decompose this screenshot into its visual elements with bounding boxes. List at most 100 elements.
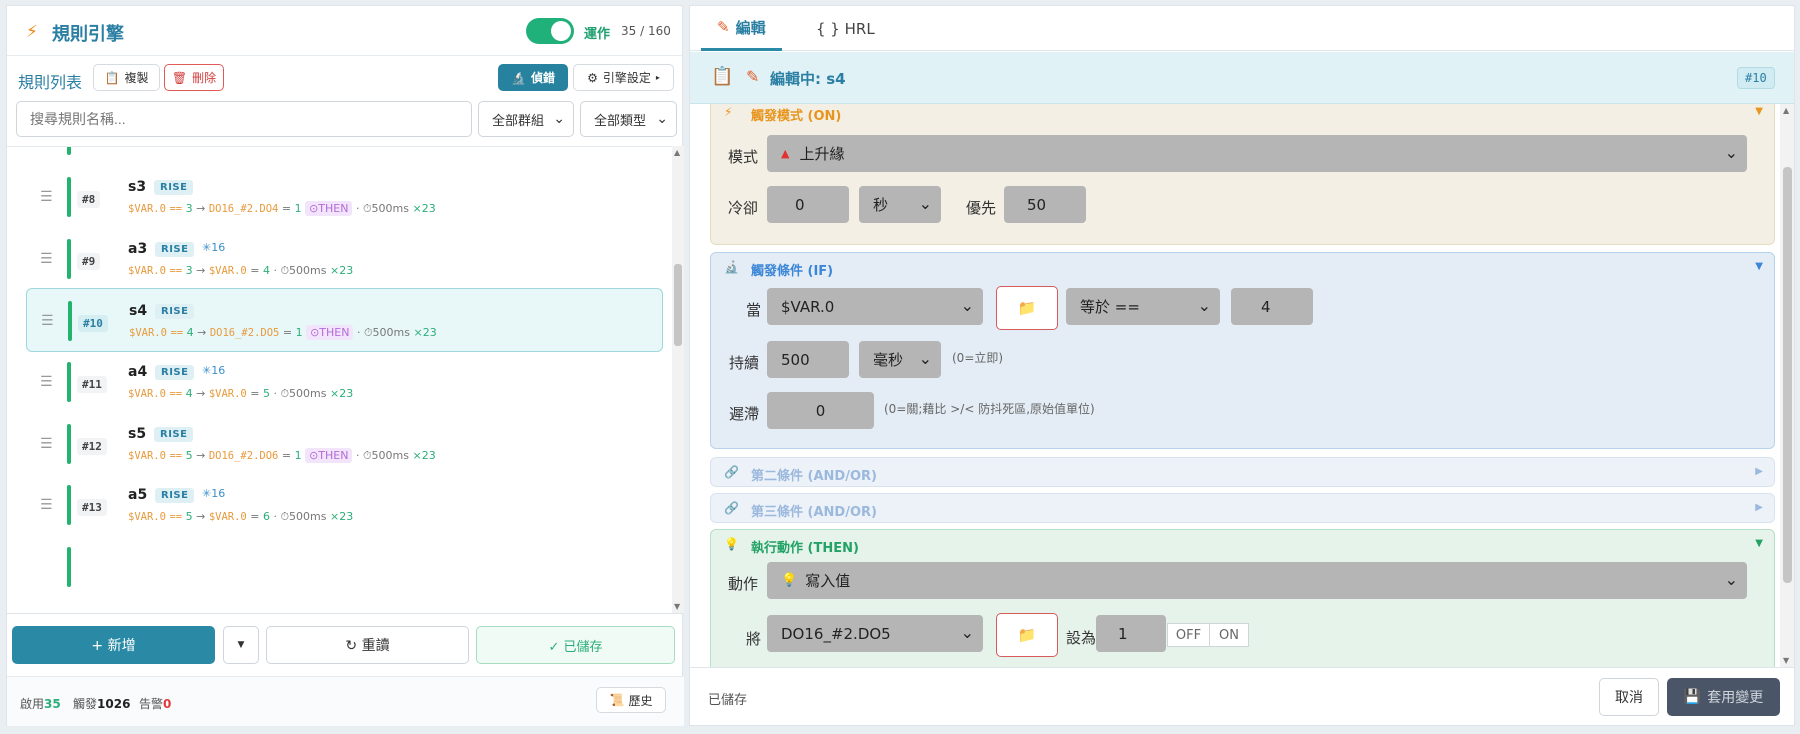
mode-select[interactable]: ▲ 上升緣 ⌄ xyxy=(767,135,1747,172)
chevron-down-icon: ⌄ xyxy=(1724,570,1738,589)
hysteresis-input[interactable]: 0 xyxy=(767,392,874,429)
microscope-icon: 🔬 xyxy=(511,70,526,85)
rule-summary: $VAR.0 == 5 → DO16_#2.DO6 = 1 ⊙THEN · ⏱5… xyxy=(128,448,436,463)
condition-header[interactable]: 🔬 觸發條件 (IF) ▼ xyxy=(711,253,1774,283)
target-select[interactable]: DO16_#2.DO5 ⌄ xyxy=(767,615,983,652)
rule-list-scrollbar[interactable]: ▲ ▼ xyxy=(672,146,684,613)
action-header[interactable]: 💡 執行動作 (THEN) ▼ xyxy=(711,530,1774,560)
list-item[interactable]: ☰ #9 a3 RISE ✳16 $VAR.0 == 3 → $VAR.0 = 4 · ⏱… xyxy=(26,227,663,291)
scroll-down-icon[interactable]: ▼ xyxy=(674,602,680,611)
add-dropdown-button[interactable]: ▼ xyxy=(223,626,259,664)
drag-handle-icon[interactable]: ☰ xyxy=(40,374,53,390)
list-item[interactable]: ☰ #13 a5 RISE ✳16 $VAR.0 == 5 → $VAR.0 = 6 · … xyxy=(26,473,663,537)
tab-edit[interactable]: ✎ 編輯 xyxy=(701,6,782,51)
engine-settings-button[interactable]: ⚙ 引擎設定 ▸ xyxy=(573,64,674,91)
rule-fire-count: ×23 xyxy=(330,264,354,277)
browse-target-button[interactable]: 📁 xyxy=(996,613,1058,657)
list-item[interactable]: ☰ #11 a4 RISE ✳16 $VAR.0 == 4 → $VAR.0 = 5 · … xyxy=(26,350,663,414)
enabled-bar xyxy=(67,362,71,402)
cooldown-input[interactable]: 0 xyxy=(767,186,849,223)
list-item[interactable] xyxy=(26,535,663,599)
off-button[interactable]: OFF xyxy=(1167,623,1210,647)
hold-input[interactable]: 500 xyxy=(767,341,849,378)
drag-handle-icon[interactable]: ☰ xyxy=(40,251,53,267)
rule-source: $VAR.0 xyxy=(128,203,166,215)
chevron-down-icon: ⌄ xyxy=(656,111,668,127)
rule-delay: ⏱500ms xyxy=(280,387,327,400)
list-item[interactable]: ☰ #8 s3 RISE $VAR.0 == 3 → DO16_#2.DO4 = 1 ⊙… xyxy=(26,165,663,229)
operator-select[interactable]: 等於 == ⌄ xyxy=(1066,288,1220,325)
rule-fire-count: ×23 xyxy=(330,387,354,400)
equals-sign: = xyxy=(250,264,263,277)
add-rule-button[interactable]: + 新增 xyxy=(12,626,215,664)
rule-source: $VAR.0 xyxy=(129,327,167,339)
editor-body: ⚡ 觸發模式 (ON) ▼ 模式 ▲ 上升緣 ⌄ 冷卻 0 秒 ⌄ 優先 50 xyxy=(690,104,1778,667)
rule-target: $VAR.0 xyxy=(208,511,247,523)
collapse-arrow-icon: ▼ xyxy=(1755,538,1763,549)
engine-toggle[interactable] xyxy=(526,18,574,44)
drag-handle-icon[interactable]: ☰ xyxy=(40,436,53,452)
priority-label: 優先 xyxy=(966,199,997,217)
drag-handle-icon[interactable]: ☰ xyxy=(40,189,53,205)
delete-button[interactable]: 🗑 刪除 xyxy=(164,64,224,91)
cooldown-unit-value: 秒 xyxy=(873,196,889,214)
scroll-up-icon[interactable]: ▲ xyxy=(1783,106,1789,115)
set-value-input[interactable]: 1 xyxy=(1096,615,1166,652)
reload-button[interactable]: ↻ 重讀 xyxy=(266,626,469,664)
rule-operator: == xyxy=(169,388,183,400)
rule-index: #13 xyxy=(77,499,107,516)
gear-icon: ⚙ xyxy=(587,70,598,85)
scroll-up-icon[interactable]: ▲ xyxy=(674,148,680,157)
on-button[interactable]: ON xyxy=(1209,623,1249,647)
scroll-thumb[interactable] xyxy=(674,264,682,346)
action-select[interactable]: 💡 寫入值 ⌄ xyxy=(767,562,1747,599)
triangle-up-icon: ▲ xyxy=(781,147,790,160)
browse-tag-button[interactable]: 📁 xyxy=(996,286,1058,330)
link-icon: 🔗 xyxy=(724,465,739,479)
drag-handle-icon[interactable]: ☰ xyxy=(40,497,53,513)
link-icon: 🔗 xyxy=(724,501,739,515)
priority-input[interactable]: 50 xyxy=(1004,186,1086,223)
rule-type-badge: RISE xyxy=(155,304,195,319)
condition2-card[interactable]: 🔗 第二條件 (AND/OR) ▶ xyxy=(710,457,1775,487)
pencil-icon: ✎ xyxy=(746,67,760,86)
search-input[interactable] xyxy=(16,101,472,137)
list-item[interactable] xyxy=(26,147,663,167)
rule-fire-count: ×23 xyxy=(330,510,354,523)
hold-unit-select[interactable]: 毫秒 ⌄ xyxy=(859,341,941,378)
condition3-card[interactable]: 🔗 第三條件 (AND/OR) ▶ xyxy=(710,493,1775,523)
cooldown-unit-select[interactable]: 秒 ⌄ xyxy=(859,186,941,223)
type-filter-select[interactable]: 全部類型 ⌄ xyxy=(580,101,677,137)
rule-group-badge: ✳16 xyxy=(202,241,226,254)
editor-scrollbar[interactable]: ▲ ▼ xyxy=(1780,104,1794,667)
scroll-down-icon[interactable]: ▼ xyxy=(1783,656,1789,665)
tab-hrl[interactable]: { } HRL xyxy=(800,6,891,51)
copy-label: 複製 xyxy=(124,71,149,85)
saved-button[interactable]: ✓ 已儲存 xyxy=(476,626,675,664)
condition2-header[interactable]: 🔗 第二條件 (AND/OR) ▶ xyxy=(711,458,1774,488)
condition3-header[interactable]: 🔗 第三條件 (AND/OR) ▶ xyxy=(711,494,1774,524)
copy-button[interactable]: 📋 複製 xyxy=(93,64,160,91)
scroll-thumb[interactable] xyxy=(1783,167,1792,583)
rule-summary: $VAR.0 == 4 → DO16_#2.DO5 = 1 ⊙THEN · ⏱5… xyxy=(129,325,437,340)
stat-alarm-label: 告警 xyxy=(139,697,164,711)
cancel-button[interactable]: 取消 xyxy=(1599,678,1659,716)
apply-button[interactable]: 💾 套用變更 xyxy=(1667,678,1780,716)
compare-value-input[interactable]: 4 xyxy=(1231,288,1313,325)
rule-type-badge: RISE xyxy=(154,180,194,195)
rule-index: #8 xyxy=(77,191,101,208)
folder-icon: 📁 xyxy=(1017,299,1037,317)
debug-label: 偵錯 xyxy=(530,71,555,85)
bolt-icon: ⚡ xyxy=(26,22,38,42)
history-button[interactable]: 📜 歷史 xyxy=(596,687,666,713)
group-filter-select[interactable]: 全部群組 ⌄ xyxy=(478,101,574,137)
list-item[interactable]: ☰ #10 s4 RISE $VAR.0 == 4 → DO16_#2.DO5 = 1 … xyxy=(26,288,663,352)
trigger-mode-header[interactable]: ⚡ 觸發模式 (ON) ▼ xyxy=(711,104,1774,128)
hold-unit-value: 毫秒 xyxy=(873,351,904,369)
drag-handle-icon[interactable]: ☰ xyxy=(41,313,54,329)
rule-summary: $VAR.0 == 3 → DO16_#2.DO4 = 1 ⊙THEN · ⏱5… xyxy=(128,201,436,216)
debug-button[interactable]: 🔬 偵錯 xyxy=(498,64,568,91)
list-item[interactable]: ☰ #12 s5 RISE $VAR.0 == 5 → DO16_#2.DO6 = 1 … xyxy=(26,412,663,476)
when-variable-select[interactable]: $VAR.0 ⌄ xyxy=(767,288,983,325)
rule-compare: 5 xyxy=(185,449,193,462)
